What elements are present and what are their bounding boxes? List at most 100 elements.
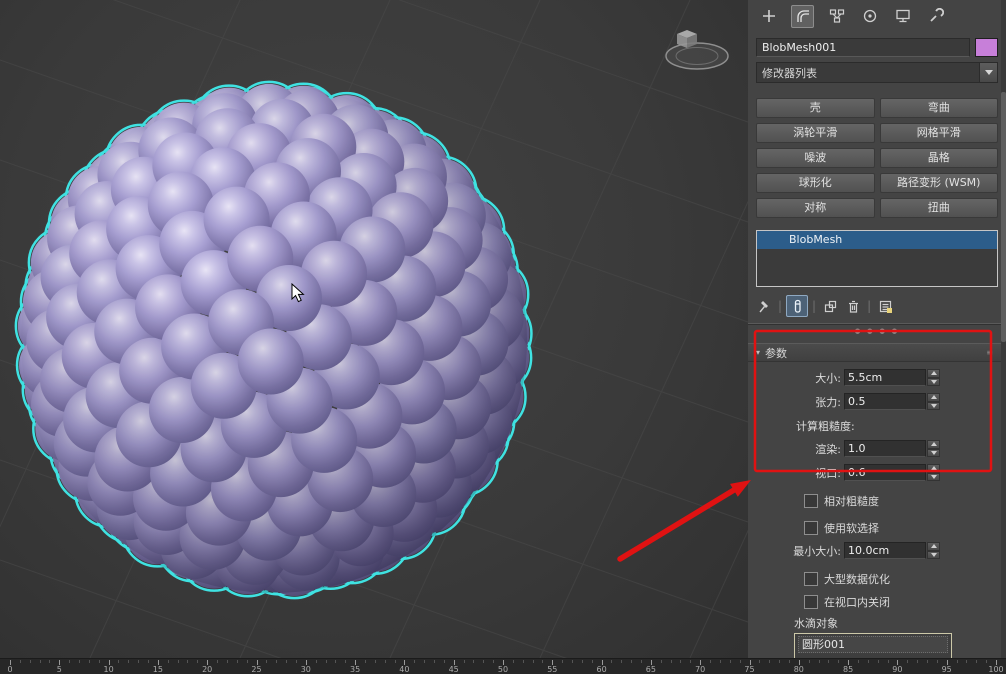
blob-objects-list[interactable]: 圆形001 [794,633,952,658]
relative-coarseness-checkbox[interactable] [804,493,818,508]
make-unique-icon [824,300,836,312]
timeline-tick [19,660,21,663]
object-color-swatch[interactable] [975,38,998,57]
timeline-ruler[interactable]: 0 5 10 15 20 25 30 35 40 45 50 55 60 65 70 75 80 85 90 95 10… [0,658,1006,674]
collapse-arrow-icon: ▾ [756,348,761,357]
timeline-tick [217,660,219,663]
render-spinner[interactable] [927,440,940,457]
spinner-up-icon[interactable] [927,393,940,402]
spinner-down-icon[interactable] [927,472,940,481]
spinner-down-icon[interactable] [927,377,940,386]
panel-scrollbar[interactable] [1001,0,1006,658]
size-parameter-row: 大小: 5.5cm [748,369,940,386]
timeline-tick [295,660,297,663]
modifier-button-symmetry[interactable]: 对称 [756,198,875,218]
modifier-button-lattice[interactable]: 晶格 [879,148,998,168]
timeline-tick-label: 70 [695,665,706,674]
timeline-tick-label: 45 [448,665,459,674]
modifier-button-bend[interactable]: 弯曲 [879,98,998,118]
rollout-drag-handle[interactable]: ● ● ● ● [748,327,1006,335]
viewport-spinner[interactable] [927,464,940,481]
off-in-viewport-option: 在视口内关闭 [804,594,1006,609]
timeline-tick [562,660,564,663]
make-unique-button[interactable] [820,296,840,316]
dropdown-button[interactable] [979,63,997,82]
render-input[interactable]: 1.0 [844,440,926,457]
motion-icon [863,9,876,23]
timeline-tick [512,660,514,663]
timeline-tick-label: 85 [843,665,854,674]
timeline-tick [49,660,51,663]
modifier-button-meshsmooth[interactable]: 网格平滑 [879,123,998,143]
view-navigation-gizmo[interactable] [655,22,739,84]
timeline-tick [246,660,248,663]
timeline-tick [69,660,71,663]
timeline-tick [779,660,781,663]
timeline-tick-label: 55 [547,665,558,674]
timeline-tick [315,660,317,663]
tension-input[interactable]: 0.5 [844,393,926,410]
utilities-tab[interactable] [925,6,946,27]
spinner-up-icon[interactable] [927,542,940,551]
timeline-tick [236,660,238,663]
blobmesh-object[interactable] [0,0,748,658]
modifier-button-pathdeform-wsm[interactable]: 路径变形 (WSM) [879,173,998,193]
spinner-up-icon[interactable] [927,369,940,378]
min-size-input[interactable]: 10.0cm [844,542,926,559]
blob-object-item[interactable]: 圆形001 [798,636,948,653]
spinner-up-icon[interactable] [927,464,940,473]
timeline-tick [325,660,327,663]
configure-modifier-sets-button[interactable] [875,296,895,316]
min-size-spinner[interactable] [927,542,940,559]
viewport-input[interactable]: 0.6 [844,464,926,481]
modifier-button-turbosmooth[interactable]: 涡轮平滑 [756,123,875,143]
modifier-button-spherify[interactable]: 球形化 [756,173,875,193]
display-tab[interactable] [892,6,913,27]
timeline-tick [88,660,90,663]
pin-stack-button[interactable] [754,296,774,316]
size-input[interactable]: 5.5cm [844,369,926,386]
modifier-button-noise[interactable]: 噪波 [756,148,875,168]
modifier-button-twist[interactable]: 扭曲 [879,198,998,218]
large-data-optimization-option: 大型数据优化 [804,571,1006,586]
timeline-tick [857,660,859,663]
timeline-tick-label: 40 [399,665,410,674]
large-data-optimization-checkbox[interactable] [804,571,818,586]
timeline-tick [936,660,938,663]
modify-tab[interactable] [791,4,814,28]
scrollbar-thumb[interactable] [1001,92,1006,342]
timeline-tick [828,660,830,663]
off-in-viewport-checkbox[interactable] [804,594,818,609]
stack-item-blobmesh[interactable]: BlobMesh [757,231,997,249]
timeline-tick [29,660,31,663]
timeline-tick-label: 75 [744,665,755,674]
show-end-result-button[interactable] [786,295,809,317]
tension-spinner[interactable] [927,393,940,410]
create-tab[interactable] [758,6,779,27]
timeline-tick [187,660,189,663]
spinner-down-icon[interactable] [927,550,940,559]
timeline-tick [917,660,919,663]
spinner-up-icon[interactable] [927,440,940,449]
modifier-buttons-grid: 壳 弯曲 涡轮平滑 网格平滑 噪波 晶格 球形化 路径变形 (WSM) 对称 扭… [756,98,998,218]
timeline-tick [473,660,475,663]
spinner-down-icon[interactable] [927,448,940,457]
remove-modifier-button[interactable] [843,296,863,316]
timeline-tick [532,660,534,663]
modifier-list-dropdown[interactable]: 修改器列表 [756,62,998,83]
use-soft-selection-checkbox[interactable] [804,520,818,535]
timeline-tick [788,660,790,663]
parameters-rollout-header[interactable]: ▾ 参数 ≡ [748,343,1006,362]
modifier-button-shell[interactable]: 壳 [756,98,875,118]
modifier-stack-list[interactable]: BlobMesh [756,230,998,287]
min-size-row: 最小大小: 10.0cm [748,542,940,559]
object-name-input[interactable]: BlobMesh001 [756,38,970,57]
timeline-tick [226,660,228,663]
min-size-label: 最小大小: [793,544,841,558]
hierarchy-tab[interactable] [826,6,847,27]
viewport-3d[interactable] [0,0,748,658]
motion-tab[interactable] [859,6,880,27]
spinner-down-icon[interactable] [927,401,940,410]
command-panel: BlobMesh001 修改器列表 壳 弯曲 涡轮平滑 网格平滑 噪波 晶格 球… [748,0,1006,658]
size-spinner[interactable] [927,369,940,386]
